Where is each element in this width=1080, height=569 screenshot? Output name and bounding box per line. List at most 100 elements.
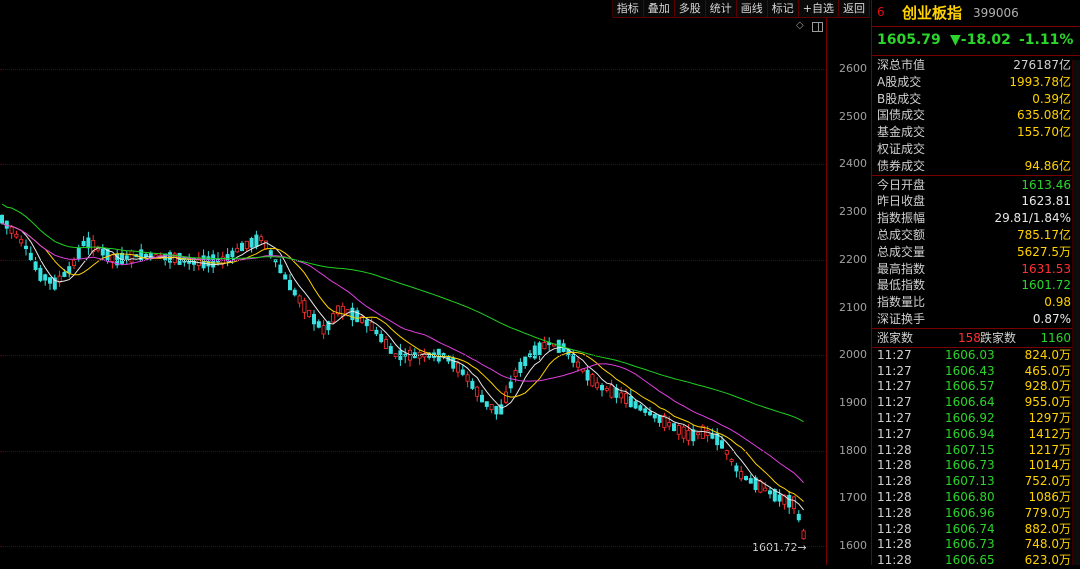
tick-volume: 623.0万: [1024, 553, 1071, 568]
advance-decline-row: 涨家数 158 跌家数 1160: [872, 327, 1080, 348]
panel-scrollbar[interactable]: [1072, 60, 1080, 565]
price-axis-tick: 2400: [839, 157, 867, 171]
market-row-label: 基金成交: [877, 125, 926, 140]
tick-volume: 1086万: [1028, 489, 1071, 504]
stat-row-value: 0.87%: [1032, 311, 1071, 326]
gridline: [0, 546, 826, 547]
tick-volume: 882.0万: [1024, 521, 1071, 536]
toolbar-button[interactable]: 统计: [705, 0, 737, 18]
index-stats-list: 今日开盘 1613.46 昨日收盘 1623.81 指数振幅 29.81/1.84% 总成交…: [872, 176, 1080, 328]
tick-time: 11:27: [877, 410, 912, 425]
advance-label: 涨家数: [877, 330, 914, 345]
market-row-value: 0.39亿: [1032, 91, 1071, 106]
tick-price: 1606.96: [945, 505, 995, 520]
stat-row-value: 1623.81: [1021, 194, 1071, 209]
stat-row: 指数振幅 29.81/1.84%: [872, 210, 1080, 227]
market-row-value: 1993.78亿: [1009, 74, 1071, 89]
stat-row-label: 最低指数: [877, 278, 926, 293]
market-row-value: 94.86亿: [1024, 158, 1071, 173]
tick-price: 1606.73: [945, 458, 995, 473]
tick-volume: 1412万: [1028, 426, 1071, 441]
tick-time: 11:28: [877, 442, 912, 457]
price-axis-tick: 2500: [839, 109, 867, 123]
tick-volume: 779.0万: [1024, 505, 1071, 520]
stat-row: 指数量比 0.98: [872, 294, 1080, 311]
price-axis-tick: 2300: [839, 205, 867, 219]
tick-volume: 824.0万: [1024, 347, 1071, 362]
tick-row: 11:28 1606.80 1086万: [872, 490, 1080, 506]
advance-count: 158: [958, 330, 981, 345]
tick-price: 1606.57: [945, 379, 995, 394]
tick-volume: 928.0万: [1024, 379, 1071, 394]
tick-volume: 748.0万: [1024, 537, 1071, 552]
toolbar-button[interactable]: 返回: [839, 0, 870, 18]
quote-panel: 6 创业板指 399006 1605.79 ▼-18.02 -1.11% 深总市…: [871, 0, 1080, 567]
stat-row-label: 总成交量: [877, 244, 926, 259]
market-row: 国债成交 635.08亿: [872, 107, 1080, 124]
tick-row: 11:27 1606.57 928.0万: [872, 379, 1080, 395]
stat-row-label: 总成交额: [877, 227, 926, 242]
stat-row: 深证换手 0.87%: [872, 311, 1080, 328]
tick-row: 11:28 1606.96 779.0万: [872, 506, 1080, 522]
decline-count: 1160: [1040, 330, 1071, 345]
tick-row: 11:28 1607.15 1217万: [872, 443, 1080, 459]
stat-row: 今日开盘 1613.46: [872, 177, 1080, 194]
tick-row: 11:28 1606.65 623.0万: [872, 553, 1080, 569]
tick-price: 1606.73: [945, 537, 995, 552]
tick-row: 11:27 1606.64 955.0万: [872, 395, 1080, 411]
market-row: 权证成交: [872, 141, 1080, 158]
tick-price: 1606.65: [945, 553, 995, 568]
toolbar-button[interactable]: 标记: [767, 0, 799, 18]
tick-time: 11:27: [877, 426, 912, 441]
tick-price: 1606.92: [945, 410, 995, 425]
tick-time: 11:27: [877, 363, 912, 378]
diamond-icon[interactable]: ◇: [796, 21, 806, 31]
toolbar-button[interactable]: 指标: [612, 0, 644, 18]
market-row: A股成交 1993.78亿: [872, 74, 1080, 91]
toolbar-button[interactable]: 画线: [736, 0, 768, 18]
tick-time: 11:27: [877, 379, 912, 394]
index-name[interactable]: 创业板指: [902, 2, 962, 23]
tick-price: 1606.80: [945, 489, 995, 504]
kline-chart[interactable]: [0, 0, 826, 565]
toolbar-button[interactable]: 多股: [674, 0, 706, 18]
market-turnover-list: 深总市值 276187亿 A股成交 1993.78亿 B股成交 0.39亿 国债成交 635.…: [872, 56, 1080, 175]
tick-volume: 955.0万: [1024, 395, 1071, 410]
toolbar-button[interactable]: +自选: [798, 0, 839, 18]
tick-volume: 1014万: [1028, 458, 1071, 473]
market-row: 深总市值 276187亿: [872, 57, 1080, 74]
tick-price: 1606.94: [945, 426, 995, 441]
index-code: 399006: [973, 6, 1019, 20]
tick-price: 1606.43: [945, 363, 995, 378]
gridline: [0, 259, 826, 261]
tick-time: 11:28: [877, 505, 912, 520]
price-row: 1605.79 ▼-18.02 -1.11%: [872, 27, 1080, 56]
stat-row-value: 1613.46: [1021, 177, 1071, 192]
tick-row: 11:27 1606.92 1297万: [872, 411, 1080, 427]
tick-volume: 1217万: [1028, 442, 1071, 457]
tick-row: 11:28 1606.73 748.0万: [872, 537, 1080, 553]
stat-row: 昨日收盘 1623.81: [872, 193, 1080, 210]
gridline: [0, 69, 826, 70]
stat-row-label: 今日开盘: [877, 177, 926, 192]
price-change: ▼-18.02: [950, 32, 1011, 48]
market-row-label: 深总市值: [877, 58, 926, 72]
stat-row-value: 5627.5万: [1017, 244, 1071, 259]
stat-row-label: 深证换手: [877, 311, 926, 326]
tick-time: 11:28: [877, 537, 912, 552]
stat-row-value: 1601.72: [1021, 278, 1071, 293]
kline-chart-area[interactable]: 指标 叠加 多股 统计 画线 标记 +自选 返回 ◇ 2600 2500 2400 2300 2200…: [0, 0, 870, 565]
tick-list[interactable]: 11:27 1606.03 824.0万 11:27 1606.43 465.0万 11:2…: [872, 348, 1080, 569]
toolbar-button[interactable]: 叠加: [643, 0, 675, 18]
price-axis-tick: 2200: [839, 252, 867, 266]
market-row-value: 155.70亿: [1017, 125, 1071, 140]
tick-row: 11:27 1606.43 465.0万: [872, 364, 1080, 380]
last-price: 1605.79: [877, 32, 941, 48]
panel-toggle-icon[interactable]: [812, 22, 823, 32]
stat-row-value: 29.81/1.84%: [994, 211, 1071, 226]
market-row: B股成交 0.39亿: [872, 91, 1080, 108]
tick-volume: 752.0万: [1024, 474, 1071, 489]
price-axis-tick: 2600: [839, 62, 867, 75]
stat-row: 总成交额 785.17亿: [872, 227, 1080, 244]
market-row: 债券成交 94.86亿: [872, 158, 1080, 175]
